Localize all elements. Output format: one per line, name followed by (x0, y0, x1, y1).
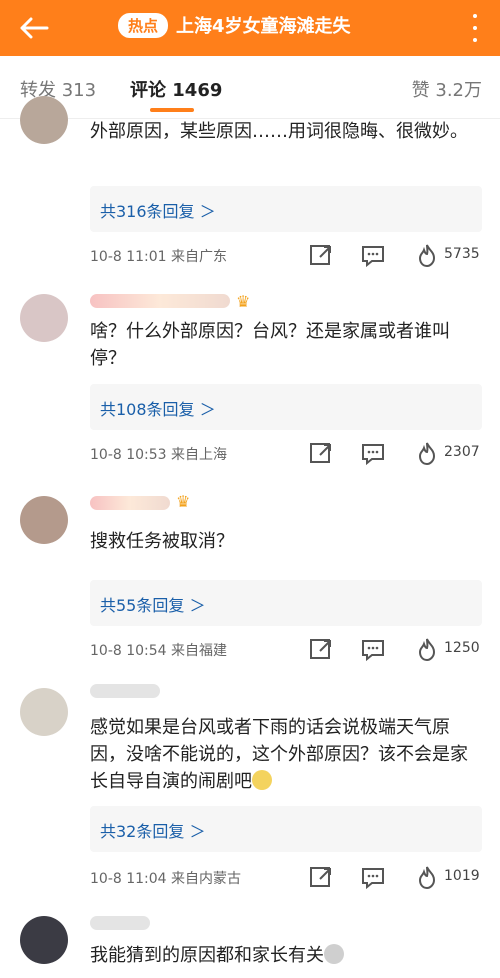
avatar[interactable] (20, 294, 68, 342)
replies-link[interactable]: 共316条回复 ＞ (90, 186, 482, 232)
active-tab-indicator (150, 108, 194, 112)
emoji-icon (324, 944, 344, 964)
comment-icon[interactable] (360, 865, 386, 891)
repost-icon[interactable] (308, 243, 334, 269)
comment-icon[interactable] (360, 441, 386, 467)
comment-text: 感觉如果是台风或者下雨的话会说极端天气原因，没啥不能说的，这个外部原因？该不会是… (90, 717, 468, 792)
like-count: 1250 (444, 640, 480, 656)
comment-item: 我能猜到的原因都和家长有关 (0, 912, 500, 978)
username-blurred[interactable] (90, 496, 170, 510)
avatar[interactable] (20, 496, 68, 544)
crown-badge-icon: ♛ (236, 292, 251, 311)
page-title: 上海4岁女童海滩走失 (176, 16, 351, 37)
more-options-icon[interactable] (466, 14, 484, 42)
comment-item: ♛ 啥？什么外部原因？台风？还是家属或者谁叫停？ 共108条回复 ＞ 10-8 … (0, 288, 500, 478)
like-count: 5735 (444, 246, 480, 262)
comment-meta: 10-8 10:53 来自上海 (90, 447, 228, 463)
hot-badge: 热点 (118, 12, 169, 38)
like-count: 1019 (444, 868, 480, 884)
like-icon[interactable] (414, 864, 440, 890)
like-icon[interactable] (414, 440, 440, 466)
comment-item: ♛ 搜救任务被取消？ 共55条回复 ＞ 10-8 10:54 来自福建 1250 (0, 490, 500, 670)
like-icon[interactable] (414, 636, 440, 662)
username-blurred[interactable] (90, 684, 160, 698)
comment-meta: 10-8 11:01 来自广东 (90, 249, 228, 265)
comment-text: 我能猜到的原因都和家长有关 (90, 942, 482, 969)
username-blurred[interactable] (90, 916, 150, 930)
repost-icon[interactable] (308, 865, 334, 891)
comment-text: 外部原因，某些原因……用词很隐晦、很微妙。 (90, 121, 468, 142)
repost-icon[interactable] (308, 637, 334, 663)
replies-link[interactable]: 共108条回复 ＞ (90, 384, 482, 430)
tab-like[interactable]: 赞 3.2万 (412, 76, 482, 102)
like-icon[interactable] (414, 242, 440, 268)
replies-link[interactable]: 共32条回复 ＞ (90, 806, 482, 852)
replies-link[interactable]: 共55条回复 ＞ (90, 580, 482, 626)
comment-item: 外部原因，某些原因……用词很隐晦、很微妙。 共316条回复 ＞ 10-8 11:… (0, 96, 500, 278)
back-arrow-icon[interactable] (16, 10, 52, 46)
badge-icon: ♛ (176, 492, 191, 511)
comment-meta: 10-8 11:04 来自内蒙古 (90, 871, 242, 887)
top-bar: 热点 上海4岁女童海滩走失 (0, 0, 500, 56)
comment-text: 搜救任务被取消？ (90, 531, 234, 552)
comment-item: 感觉如果是台风或者下雨的话会说极端天气原因，没啥不能说的，这个外部原因？该不会是… (0, 684, 500, 898)
comment-meta: 10-8 10:54 来自福建 (90, 643, 228, 659)
emoji-icon (252, 770, 272, 790)
repost-icon[interactable] (308, 441, 334, 467)
comment-icon[interactable] (360, 637, 386, 663)
avatar[interactable] (20, 916, 68, 964)
topic-title-area: 热点 上海4岁女童海滩走失 (118, 12, 351, 38)
tab-bar: 转发 313 评论 1469 赞 3.2万 (0, 56, 500, 119)
comment-icon[interactable] (360, 243, 386, 269)
like-count: 2307 (444, 444, 480, 460)
avatar[interactable] (20, 96, 68, 144)
username-blurred[interactable] (90, 294, 230, 308)
avatar[interactable] (20, 688, 68, 736)
tab-comment[interactable]: 评论 1469 (130, 76, 222, 102)
comment-text: 啥？什么外部原因？台风？还是家属或者谁叫停？ (90, 321, 450, 369)
